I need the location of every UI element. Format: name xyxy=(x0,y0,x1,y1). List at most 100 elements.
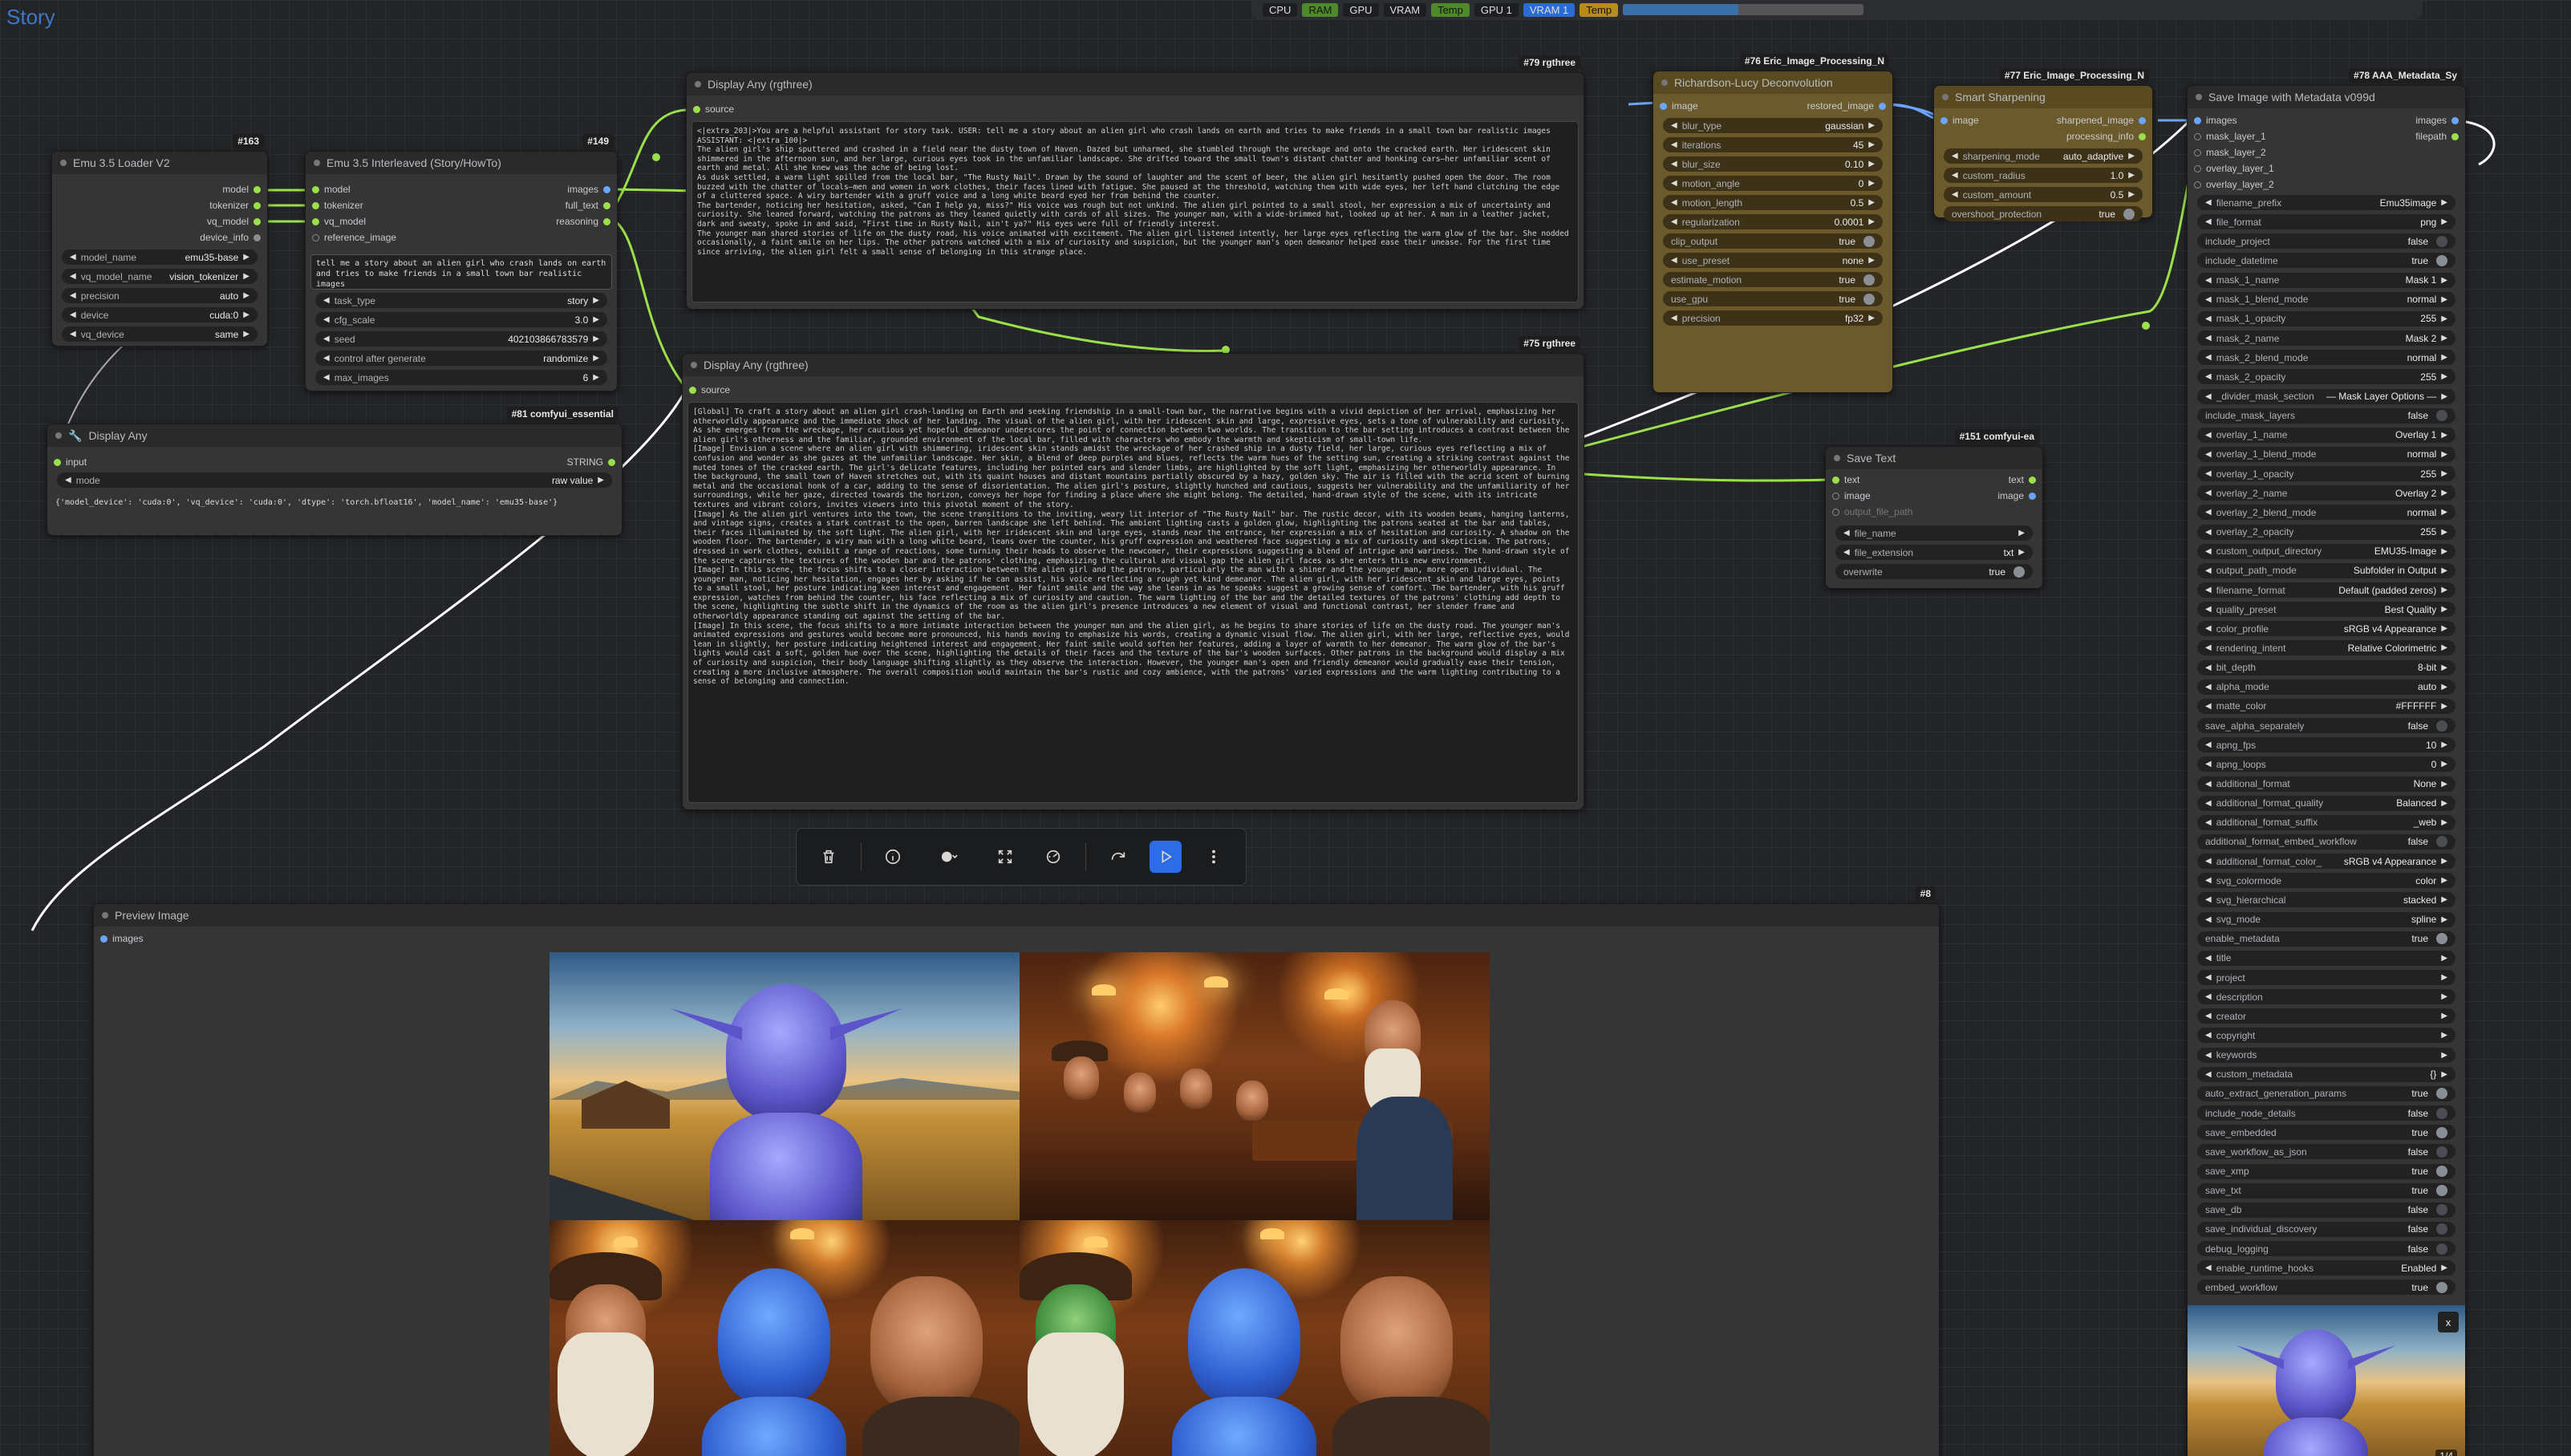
run-icon[interactable] xyxy=(1150,841,1182,873)
arrow-left-icon[interactable]: ◀ xyxy=(2205,450,2212,459)
widget-motion-length[interactable]: ◀ motion_length 0.5 ▶ xyxy=(1663,195,1883,210)
widget-overlay-2-name[interactable]: ◀ overlay_2_name Overlay 2 ▶ xyxy=(2197,485,2455,501)
toggle-icon[interactable] xyxy=(2436,1204,2447,1216)
widget-include-project[interactable]: include_project false xyxy=(2197,233,2455,249)
arrow-right-icon[interactable]: ▶ xyxy=(2441,198,2447,207)
widget-save-workflow-as-json[interactable]: save_workflow_as_json false xyxy=(2197,1144,2455,1160)
widget-blur-size[interactable]: ◀ blur_size 0.10 ▶ xyxy=(1663,156,1883,172)
output-slot-filepath[interactable]: filepath xyxy=(2415,131,2459,142)
widget-creator[interactable]: ◀ creator ▶ xyxy=(2197,1008,2455,1024)
arrow-left-icon[interactable]: ◀ xyxy=(2205,334,2212,343)
arrow-right-icon[interactable]: ▶ xyxy=(2441,547,2447,556)
node-emu-loader[interactable]: #163 Emu 3.5 Loader V2 model tokenizer v… xyxy=(51,134,268,347)
widget-overwrite[interactable]: overwrite true xyxy=(1835,564,2033,579)
arrow-left-icon[interactable]: ◀ xyxy=(1952,171,1958,180)
widget-file-format[interactable]: ◀ file_format png ▶ xyxy=(2197,214,2455,230)
arrow-right-icon[interactable]: ▶ xyxy=(2441,876,2447,885)
output-slot-string[interactable]: STRING xyxy=(567,456,615,468)
widget-debug-logging[interactable]: debug_logging false xyxy=(2197,1241,2455,1257)
widget-model-name[interactable]: ◀ model_name emu35-base ▶ xyxy=(62,249,258,265)
arrow-left-icon[interactable]: ◀ xyxy=(2205,663,2212,672)
widget-seed[interactable]: ◀ seed 402103866783579 ▶ xyxy=(315,331,607,347)
arrow-right-icon[interactable]: ▶ xyxy=(2441,372,2447,381)
input-slot-reference-image[interactable]: reference_image xyxy=(312,232,396,243)
widget-task-type[interactable]: ◀ task_type story ▶ xyxy=(315,293,607,308)
arrow-left-icon[interactable]: ◀ xyxy=(2205,469,2212,478)
node-display-any-rgthree-top[interactable]: #79 rgthree Display Any (rgthree) source… xyxy=(686,55,1584,310)
toggle-icon[interactable] xyxy=(2436,1185,2447,1197)
widget-additional-format[interactable]: ◀ additional_format None ▶ xyxy=(2197,776,2455,792)
color-icon[interactable] xyxy=(925,841,973,873)
arrow-left-icon[interactable]: ◀ xyxy=(2205,353,2212,362)
toggle-icon[interactable] xyxy=(1863,293,1875,305)
toggle-icon[interactable] xyxy=(2436,720,2447,732)
widget-mask-2-blend-mode[interactable]: ◀ mask_2_blend_mode normal ▶ xyxy=(2197,350,2455,366)
arrow-right-icon[interactable]: ▶ xyxy=(2441,508,2447,517)
input-slot-source[interactable]: source xyxy=(693,103,734,115)
arrow-left-icon[interactable]: ◀ xyxy=(2205,624,2212,633)
arrow-left-icon[interactable]: ◀ xyxy=(2205,780,2212,789)
info-icon[interactable] xyxy=(877,841,909,873)
arrow-left-icon[interactable]: ◀ xyxy=(2205,586,2212,594)
output-slot-device-info[interactable]: device_info xyxy=(200,232,261,243)
widget-rendering-intent[interactable]: ◀ rendering_intent Relative Colorimetric ▶ xyxy=(2197,640,2455,656)
arrow-left-icon[interactable]: ◀ xyxy=(1671,314,1677,322)
node-header[interactable]: Save Text xyxy=(1826,447,2042,469)
toggle-icon[interactable] xyxy=(2436,1126,2447,1138)
toggle-icon[interactable] xyxy=(2436,1088,2447,1100)
output-slot-sharpened-image[interactable]: sharpened_image xyxy=(2057,115,2146,126)
node-save-image-metadata[interactable]: #78 AAA_Metadata_Sy Save Image with Meta… xyxy=(2187,68,2466,1456)
arrow-left-icon[interactable]: ◀ xyxy=(1671,121,1677,130)
bypass-icon[interactable] xyxy=(1037,841,1069,873)
arrow-left-icon[interactable]: ◀ xyxy=(1952,190,1958,199)
arrow-right-icon[interactable]: ▶ xyxy=(1868,160,1875,168)
arrow-left-icon[interactable]: ◀ xyxy=(2205,489,2212,497)
arrow-left-icon[interactable]: ◀ xyxy=(2205,295,2212,304)
widget-overshoot-protection[interactable]: overshoot_protection true xyxy=(1944,206,2143,221)
widget-file-extension[interactable]: ◀ file_extension txt ▶ xyxy=(1835,545,2033,560)
node-header[interactable]: Display Any (rgthree) xyxy=(683,354,1584,376)
widget-overlay-1-blend-mode[interactable]: ◀ overlay_1_blend_mode normal ▶ xyxy=(2197,446,2455,462)
output-slot-model[interactable]: model xyxy=(222,184,261,195)
widget-save-txt[interactable]: save_txt true xyxy=(2197,1182,2455,1198)
toggle-icon[interactable] xyxy=(2436,1223,2447,1235)
output-slot-processing-info[interactable]: processing_info xyxy=(2066,131,2146,142)
widget-save-individual-discovery[interactable]: save_individual_discovery false xyxy=(2197,1221,2455,1237)
arrow-right-icon[interactable]: ▶ xyxy=(2441,566,2447,575)
input-slot-tokenizer[interactable]: tokenizer xyxy=(312,200,363,211)
node-header[interactable]: 🔧 Display Any xyxy=(47,424,622,447)
arrow-right-icon[interactable]: ▶ xyxy=(2441,392,2447,401)
toggle-icon[interactable] xyxy=(2436,410,2447,422)
toggle-icon[interactable] xyxy=(2123,208,2135,220)
arrow-right-icon[interactable]: ▶ xyxy=(2441,334,2447,343)
arrow-right-icon[interactable]: ▶ xyxy=(2441,1051,2447,1060)
toggle-icon[interactable] xyxy=(1863,274,1875,286)
output-slot-images[interactable]: images xyxy=(567,184,610,195)
widget-save-xmp[interactable]: save_xmp true xyxy=(2197,1163,2455,1179)
arrow-right-icon[interactable]: ▶ xyxy=(2441,1012,2447,1020)
arrow-right-icon[interactable]: ▶ xyxy=(2441,624,2447,633)
more-icon[interactable] xyxy=(1198,841,1230,873)
arrow-left-icon[interactable]: ◀ xyxy=(2205,799,2212,808)
arrow-right-icon[interactable]: ▶ xyxy=(2441,489,2447,497)
arrow-right-icon[interactable]: ▶ xyxy=(2441,992,2447,1001)
mode-combo[interactable]: ◀ mode raw value ▶ xyxy=(57,472,612,488)
arrow-left-icon[interactable]: ◀ xyxy=(1671,217,1677,226)
arrow-right-icon[interactable]: ▶ xyxy=(593,373,599,382)
widget-additional-format-suffix[interactable]: ◀ additional_format_suffix _web ▶ xyxy=(2197,814,2455,830)
arrow-right-icon[interactable]: ▶ xyxy=(1868,314,1875,322)
output-slot-image[interactable]: image xyxy=(1997,490,2036,501)
arrow-right-icon[interactable]: ▶ xyxy=(593,335,599,343)
arrow-right-icon[interactable]: ▶ xyxy=(2128,190,2135,199)
arrow-left-icon[interactable]: ◀ xyxy=(2205,372,2212,381)
widget-use-gpu[interactable]: use_gpu true xyxy=(1663,291,1883,306)
redo-icon[interactable] xyxy=(1102,841,1134,873)
widget-include-mask-layers[interactable]: include_mask_layers false xyxy=(2197,408,2455,424)
arrow-right-icon[interactable]: ▶ xyxy=(1868,179,1875,188)
widget-file-name[interactable]: ◀ file_name ▶ xyxy=(1835,525,2033,541)
toggle-icon[interactable] xyxy=(2436,1146,2447,1158)
arrow-right-icon[interactable]: ▶ xyxy=(2441,740,2447,749)
input-slot-mask-layer-2[interactable]: mask_layer_2 xyxy=(2194,147,2266,158)
arrow-right-icon[interactable]: ▶ xyxy=(2128,171,2135,180)
arrow-right-icon[interactable]: ▶ xyxy=(2441,954,2447,963)
